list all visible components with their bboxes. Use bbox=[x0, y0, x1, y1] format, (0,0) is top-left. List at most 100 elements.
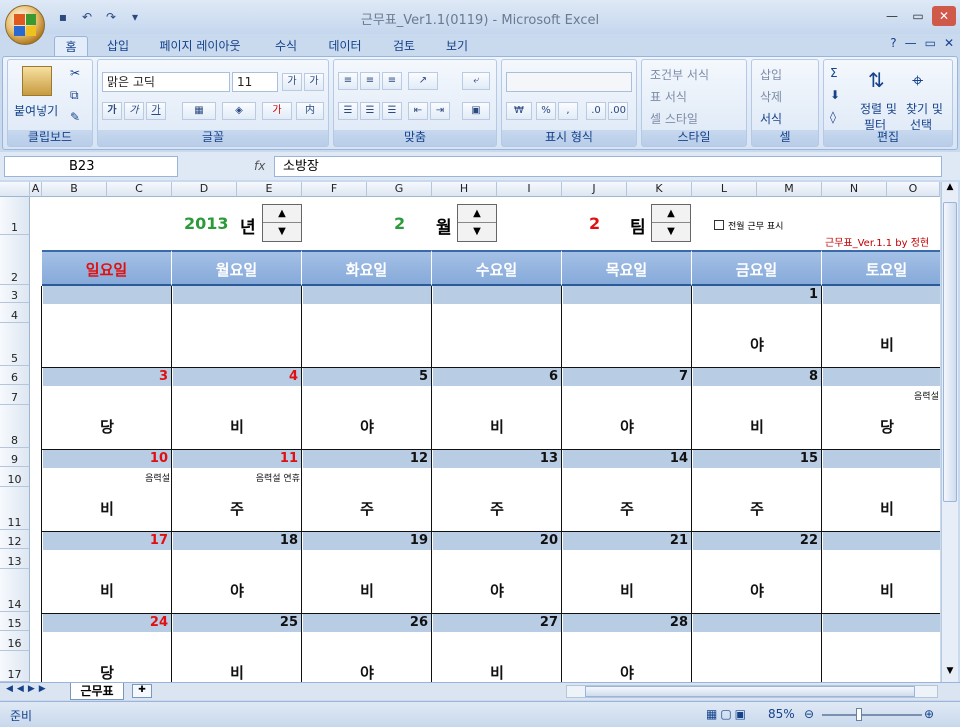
format-table-button[interactable]: 표 서식 bbox=[650, 88, 687, 105]
shift-cell[interactable]: 야 bbox=[692, 580, 822, 601]
shift-cell[interactable]: 야 bbox=[172, 580, 302, 601]
shift-cell[interactable]: 야 bbox=[692, 334, 822, 355]
scroll-thumb[interactable] bbox=[943, 202, 957, 502]
font-size-select[interactable]: 11 bbox=[232, 72, 278, 92]
shrink-font-icon[interactable]: 가 bbox=[304, 73, 324, 91]
tab-page-layout[interactable]: 페이지 레이아웃 bbox=[152, 36, 248, 57]
restore-button[interactable]: ▭ bbox=[906, 6, 930, 26]
shift-cell[interactable]: 비 bbox=[432, 416, 562, 437]
tab-review[interactable]: 검토 bbox=[386, 36, 422, 57]
percent-button[interactable]: % bbox=[536, 102, 556, 120]
column-header[interactable]: C bbox=[107, 182, 172, 197]
view-buttons-icon[interactable]: ▦▢▣ bbox=[706, 707, 749, 721]
team-spinner[interactable]: ▲ ▼ bbox=[651, 204, 691, 242]
column-header[interactable]: B bbox=[42, 182, 107, 197]
find-select-button[interactable]: 찾기 및 bbox=[906, 100, 943, 117]
row-header[interactable]: 9 bbox=[0, 448, 30, 467]
shift-cell[interactable]: 야 bbox=[302, 662, 432, 682]
shift-cell[interactable]: 야 bbox=[562, 416, 692, 437]
tab-view[interactable]: 보기 bbox=[438, 36, 476, 57]
column-header[interactable]: M bbox=[757, 182, 822, 197]
shift-cell[interactable]: 비 bbox=[172, 416, 302, 437]
increase-indent-icon[interactable]: ⇥ bbox=[430, 102, 450, 120]
insert-cells-button[interactable]: 삽입 bbox=[760, 66, 782, 83]
column-header[interactable]: I bbox=[497, 182, 562, 197]
workbook-minimize-button[interactable]: — bbox=[905, 36, 917, 50]
sheet-nav-icon[interactable]: ◀◀▶▶ bbox=[6, 684, 50, 694]
shift-cell[interactable]: 비 bbox=[302, 580, 432, 601]
row-header[interactable]: 1 bbox=[0, 197, 30, 235]
close-button[interactable]: ✕ bbox=[932, 6, 956, 26]
shift-cell[interactable]: 비 bbox=[822, 498, 940, 519]
cell-styles-button[interactable]: 셀 스타일 bbox=[650, 110, 698, 127]
spin-down-icon[interactable]: ▼ bbox=[652, 223, 690, 241]
shift-cell[interactable]: 주 bbox=[692, 498, 822, 519]
paste-button[interactable]: 붙여넣기 bbox=[14, 102, 58, 119]
shift-cell[interactable]: 주 bbox=[172, 498, 302, 519]
column-header[interactable]: N bbox=[822, 182, 887, 197]
copy-icon[interactable]: ⧉ bbox=[70, 88, 79, 103]
row-header[interactable]: 14 bbox=[0, 569, 30, 612]
bold-button[interactable]: 가 bbox=[102, 102, 122, 120]
column-header[interactable]: F bbox=[302, 182, 367, 197]
shift-cell[interactable]: 당 bbox=[822, 416, 940, 437]
row-header[interactable]: 4 bbox=[0, 303, 30, 323]
shift-cell[interactable]: 비 bbox=[822, 334, 940, 355]
name-box[interactable]: B23 bbox=[4, 156, 178, 177]
align-left-icon[interactable]: ☰ bbox=[338, 102, 358, 120]
insert-function-icon[interactable]: fx bbox=[182, 156, 272, 177]
align-right-icon[interactable]: ☰ bbox=[382, 102, 402, 120]
row-header[interactable]: 15 bbox=[0, 612, 30, 631]
hscroll-thumb[interactable] bbox=[585, 686, 915, 697]
font-name-select[interactable]: 맑은 고딕 bbox=[102, 72, 230, 92]
decrease-indent-icon[interactable]: ⇤ bbox=[408, 102, 428, 120]
wrap-text-icon[interactable]: ⤶ bbox=[462, 72, 490, 90]
column-header[interactable]: E bbox=[237, 182, 302, 197]
shift-cell[interactable]: 당 bbox=[42, 416, 172, 437]
orientation-icon[interactable]: ↗ bbox=[408, 72, 438, 90]
column-header[interactable]: J bbox=[562, 182, 627, 197]
align-middle-icon[interactable]: ≡ bbox=[360, 72, 380, 90]
shift-cell[interactable]: 비 bbox=[822, 580, 940, 601]
year-spinner[interactable]: ▲ ▼ bbox=[262, 204, 302, 242]
row-header[interactable]: 17 bbox=[0, 651, 30, 682]
insert-sheet-icon[interactable]: ✚ bbox=[132, 684, 152, 698]
help-icon[interactable]: ? bbox=[890, 36, 896, 50]
autosum-icon[interactable]: Σ bbox=[830, 66, 838, 80]
clear-icon[interactable]: ◊ bbox=[830, 110, 836, 124]
column-header[interactable]: A bbox=[30, 182, 42, 197]
shift-cell[interactable]: 비 bbox=[42, 580, 172, 601]
format-painter-icon[interactable]: ✎ bbox=[70, 110, 80, 124]
vertical-scrollbar[interactable]: ▲ ▼ bbox=[941, 182, 958, 682]
row-header[interactable]: 10 bbox=[0, 467, 30, 487]
spin-up-icon[interactable]: ▲ bbox=[263, 205, 301, 223]
grow-font-icon[interactable]: 가 bbox=[282, 73, 302, 91]
row-header[interactable]: 16 bbox=[0, 631, 30, 651]
paste-icon[interactable] bbox=[22, 66, 52, 96]
column-header[interactable]: O bbox=[887, 182, 940, 197]
workbook-restore-button[interactable]: ▭ bbox=[925, 36, 936, 50]
row-header[interactable]: 8 bbox=[0, 405, 30, 448]
delete-cells-button[interactable]: 삭제 bbox=[760, 88, 782, 105]
phonetic-icon[interactable]: 内 bbox=[296, 102, 324, 120]
align-top-icon[interactable]: ≡ bbox=[338, 72, 358, 90]
cut-icon[interactable]: ✂ bbox=[70, 66, 80, 80]
tab-formulas[interactable]: 수식 bbox=[266, 36, 306, 57]
row-header[interactable]: 3 bbox=[0, 285, 30, 303]
align-center-icon[interactable]: ☰ bbox=[360, 102, 380, 120]
fill-color-icon[interactable]: ◈ bbox=[222, 102, 256, 120]
row-header[interactable]: 2 bbox=[0, 235, 30, 285]
column-header[interactable]: H bbox=[432, 182, 497, 197]
sort-filter-button[interactable]: 정렬 및 bbox=[860, 100, 897, 117]
zoom-slider[interactable] bbox=[822, 714, 922, 716]
month-spinner[interactable]: ▲ ▼ bbox=[457, 204, 497, 242]
row-header[interactable]: 13 bbox=[0, 549, 30, 569]
spin-up-icon[interactable]: ▲ bbox=[652, 205, 690, 223]
column-header[interactable]: G bbox=[367, 182, 432, 197]
scroll-up-icon[interactable]: ▲ bbox=[943, 182, 957, 198]
shift-cell[interactable]: 비 bbox=[692, 416, 822, 437]
zoom-out-icon[interactable]: ⊖ bbox=[804, 707, 814, 721]
spin-up-icon[interactable]: ▲ bbox=[458, 205, 496, 223]
zoom-in-icon[interactable]: ⊕ bbox=[924, 707, 934, 721]
shift-cell[interactable]: 당 bbox=[42, 662, 172, 682]
